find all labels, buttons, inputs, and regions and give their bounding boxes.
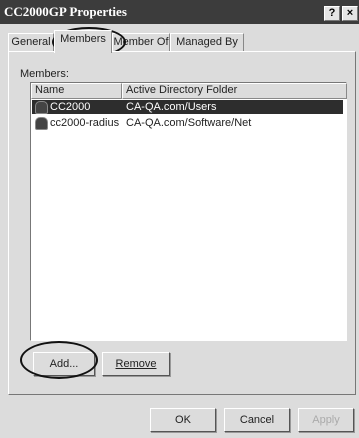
tab-managed-by[interactable]: Managed By [170,33,244,52]
remove-button-label: Remove [115,358,157,370]
remove-button[interactable]: Remove [102,352,170,376]
members-list[interactable]: Name Active Directory Folder CC2000 CA-Q… [30,82,347,341]
user-icon [35,117,48,130]
column-header-folder[interactable]: Active Directory Folder [122,83,347,99]
ok-button[interactable]: OK [150,408,216,432]
member-folder: CA-QA.com/Software/Net [126,117,252,129]
tab-members[interactable]: Members [54,30,112,53]
properties-dialog: CC2000GP Properties ? × General Members … [0,0,359,438]
members-label: Members: [20,68,69,80]
member-folder: CA-QA.com/Users [126,101,217,113]
list-item[interactable]: cc2000-radius CA-QA.com/Software/Net [32,116,343,130]
tab-member-of[interactable]: Member Of [112,33,170,52]
member-name: cc2000-radius [50,117,120,129]
apply-button[interactable]: Apply [298,408,354,432]
add-button[interactable]: Add... [33,352,95,376]
list-item[interactable]: CC2000 CA-QA.com/Users [32,100,343,114]
tab-general[interactable]: General [8,33,54,52]
member-name: CC2000 [50,101,91,113]
cancel-button[interactable]: Cancel [224,408,290,432]
column-header-name[interactable]: Name [31,83,122,99]
window-title: CC2000GP Properties [4,4,127,19]
help-button[interactable]: ? [324,6,340,21]
title-bar: CC2000GP Properties ? × [0,0,359,24]
close-button[interactable]: × [342,6,358,21]
user-icon [35,101,48,114]
